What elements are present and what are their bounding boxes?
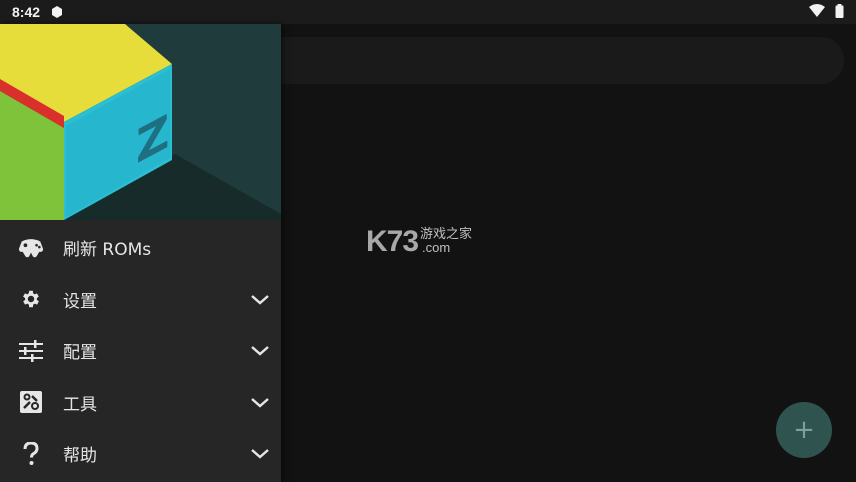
status-icons: [809, 4, 844, 18]
help-icon: [18, 441, 44, 467]
menu-item-profiles[interactable]: 配置: [0, 325, 281, 377]
drawer-menu: 刷新 ROMs 设置 配置 工具 帮助: [0, 222, 281, 480]
menu-label-help: 帮助: [63, 446, 97, 467]
gamepad-icon: [18, 235, 44, 261]
menu-label-tools: 工具: [63, 394, 97, 415]
watermark-com: .com: [422, 240, 451, 255]
cube-logo-image: Z: [0, 24, 281, 220]
menu-item-settings[interactable]: 设置: [0, 274, 281, 326]
navigation-drawer: Z 刷新 ROMs 设置 配置 工具 帮助: [0, 24, 281, 482]
status-time: 8:42: [12, 4, 41, 20]
chevron-down-icon[interactable]: [249, 288, 271, 310]
chevron-down-icon[interactable]: [249, 391, 271, 413]
wifi-icon: [809, 4, 825, 17]
menu-item-tools[interactable]: 工具: [0, 377, 281, 429]
plus-icon: +: [793, 415, 815, 445]
sliders-icon: [18, 338, 44, 364]
add-fab-button[interactable]: +: [776, 402, 832, 458]
menu-item-refresh-roms[interactable]: 刷新 ROMs: [0, 222, 281, 274]
tools-icon: [18, 389, 44, 415]
status-bar: 8:42: [0, 0, 856, 24]
watermark-k73: K73: [366, 225, 419, 258]
menu-label-profiles: 配置: [63, 343, 97, 364]
notification-icon: [52, 6, 63, 18]
battery-icon: [835, 4, 844, 18]
drawer-header-art: Z: [0, 24, 281, 220]
gear-icon: [18, 286, 44, 312]
menu-label-settings: 设置: [63, 291, 97, 312]
chevron-down-icon[interactable]: [249, 442, 271, 464]
menu-item-help[interactable]: 帮助: [0, 428, 281, 480]
menu-label-refresh-roms: 刷新 ROMs: [63, 240, 152, 261]
chevron-down-icon[interactable]: [249, 339, 271, 361]
search-bar[interactable]: [260, 37, 844, 84]
watermark-logo: K73 游戏之家 .com: [366, 225, 472, 258]
